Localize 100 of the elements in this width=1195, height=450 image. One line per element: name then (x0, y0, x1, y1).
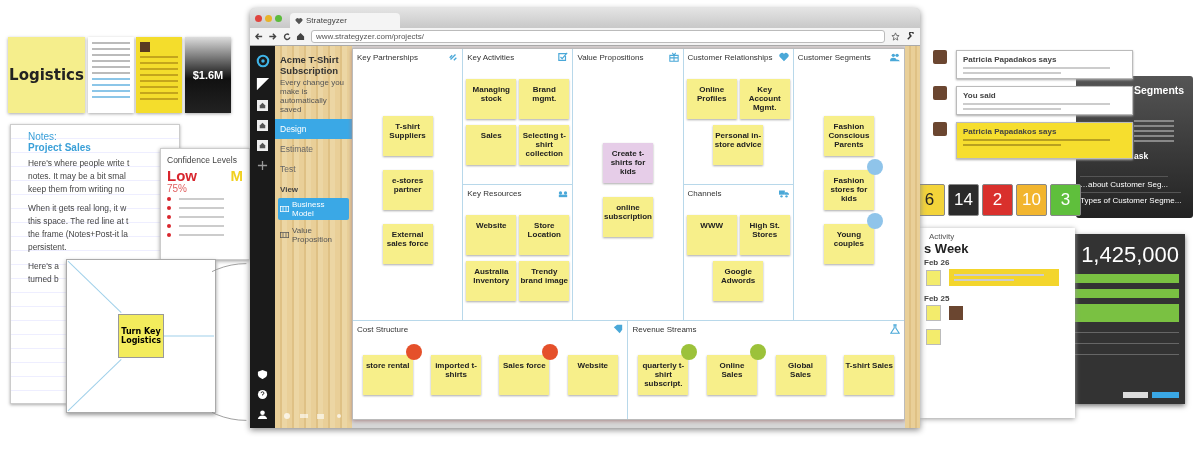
sticky-note[interactable]: Trendy brand image (519, 260, 570, 301)
sticky-note[interactable]: online subscription (603, 196, 653, 237)
people-icon (890, 52, 900, 62)
gift-icon (668, 52, 679, 62)
notes-text: Here's where people write t (28, 157, 130, 170)
sticky-note[interactable]: store rental (362, 355, 413, 395)
total-amount: 1,425,000 (1080, 242, 1179, 268)
text-placeholder (179, 197, 224, 200)
sticky-note[interactable]: Sales (466, 124, 517, 165)
project-subtitle: Every change you make is automatically saved (279, 77, 346, 116)
confidence-level: M (230, 168, 243, 183)
notes-title: Project Sales (28, 142, 91, 153)
flask-icon (890, 324, 900, 335)
sticky-note[interactable]: Australia Inventory (466, 260, 517, 301)
tools-icon (558, 188, 569, 198)
sticky-note[interactable]: Global Sales (775, 355, 826, 395)
count-tile: 14 (948, 184, 979, 216)
sticky-note[interactable]: Personal in-store advice (713, 124, 764, 165)
sticky-note[interactable]: Selecting t-shirt collection (519, 124, 570, 165)
comment-author: You said (963, 91, 997, 100)
segment-link[interactable]: …about Customer Seg... (1080, 176, 1169, 189)
link-icon (448, 52, 459, 62)
sticky-note[interactable]: External sales force (382, 223, 433, 264)
project-title: Acme T-Shirt Subscription (279, 54, 340, 76)
sticky-note[interactable]: Young couples (823, 223, 874, 264)
date-label: Feb 26 (924, 258, 951, 267)
activity-title: s Week (924, 241, 970, 256)
activity-label: Activity (928, 232, 956, 241)
close-button[interactable] (255, 14, 262, 22)
canvas-icon[interactable] (255, 77, 270, 91)
notes-text: Here's a (28, 260, 59, 273)
block-title: Key Partnerships (357, 52, 418, 62)
home-icon[interactable] (257, 140, 268, 151)
text-placeholder (179, 224, 224, 227)
nav-item[interactable]: Test (275, 159, 352, 179)
text-placeholder (179, 215, 224, 218)
sticky-note[interactable]: Online Profiles (686, 78, 737, 119)
sticky-note[interactable]: Create t-shirts for kids (603, 142, 653, 183)
sticky-note (926, 305, 941, 321)
sticky-note[interactable]: Key Account Mgmt. (739, 78, 790, 119)
sticky-note[interactable]: quarterly t-shirt subscript. (638, 355, 689, 395)
heart-icon (778, 52, 789, 62)
user-icon[interactable] (257, 409, 268, 420)
notes-label: Notes: (28, 131, 57, 142)
address-field[interactable]: www.strategyzer.com/projects/ (311, 30, 885, 43)
sticky-note[interactable]: Fashion Conscious Parents (823, 115, 874, 156)
confidence-title: Confidence Levels (167, 155, 238, 165)
sticky-note[interactable]: Google Adwords (713, 260, 764, 301)
navigation-icons[interactable] (255, 32, 305, 41)
shield-icon[interactable] (257, 369, 268, 380)
text-placeholder (179, 233, 224, 236)
block-title: Revenue Streams (632, 324, 697, 334)
plus-icon[interactable] (257, 160, 268, 171)
home-icon[interactable] (257, 120, 268, 131)
logo-icon[interactable] (255, 54, 270, 68)
notes-text: this space. The red line at t (28, 215, 129, 228)
check-icon (558, 52, 569, 62)
sticky-note[interactable]: Online Sales (706, 355, 757, 395)
help-icon[interactable] (257, 389, 268, 400)
panel-heading: ask (1134, 151, 1150, 161)
sticky-note[interactable]: Store Location (519, 214, 570, 255)
sticky-note[interactable]: WWW (686, 214, 737, 255)
sticky-note[interactable]: Website (567, 355, 618, 395)
grid-icon (280, 206, 289, 212)
revenue-card: $1.6M (185, 37, 231, 113)
count-tile: 10 (1016, 184, 1047, 216)
sticky-note[interactable]: imported t-shirts (431, 355, 482, 395)
section-label: View (279, 184, 300, 196)
browser-tab[interactable]: Strategyzer (290, 13, 400, 28)
block-title: Customer Relationships (687, 52, 773, 62)
sticky-note[interactable]: Fashion stores for kids (823, 169, 874, 210)
truck-icon (778, 188, 789, 198)
sticky-note[interactable]: T-shirt Sales (844, 355, 895, 395)
sticky-note[interactable]: Brand mgmt. (519, 78, 570, 119)
connector-line (67, 260, 122, 314)
notes-text: keep them from writing no (28, 183, 125, 196)
sticky-note: Logistics (8, 37, 85, 113)
wrench-icon[interactable] (906, 32, 915, 41)
sticky-note[interactable]: High St. Stores (739, 214, 790, 255)
connector-line (67, 358, 122, 412)
sticky-note[interactable]: T-shirt Suppliers (382, 115, 433, 156)
sticky-note (926, 329, 941, 345)
home-icon[interactable] (257, 100, 268, 111)
notes-text: the frame (Notes+Post-it la (28, 228, 128, 241)
notes-text: When it gets real long, it w (28, 202, 127, 215)
block-title: Value Propositions (577, 52, 644, 62)
heart-icon (295, 16, 303, 25)
sticky-note[interactable]: Website (466, 214, 517, 255)
sticky-note: Turn Key Logistics (118, 314, 164, 358)
comment-author: Patricia Papadakos says (963, 127, 1058, 136)
sticky-note[interactable]: Managing stock (466, 78, 517, 119)
nav-item[interactable]: Estimate (275, 139, 352, 159)
sticky-note[interactable]: Sales force (499, 355, 550, 395)
notes-text: turned b (28, 273, 59, 286)
block-title: Key Activities (467, 52, 515, 62)
view-button[interactable]: Value Proposition (278, 224, 349, 246)
panel-title: Segments (1134, 84, 1186, 97)
sticky-note[interactable]: e-stores partner (382, 169, 433, 210)
star-icon[interactable] (891, 32, 900, 41)
date-label: Feb 25 (924, 294, 951, 303)
